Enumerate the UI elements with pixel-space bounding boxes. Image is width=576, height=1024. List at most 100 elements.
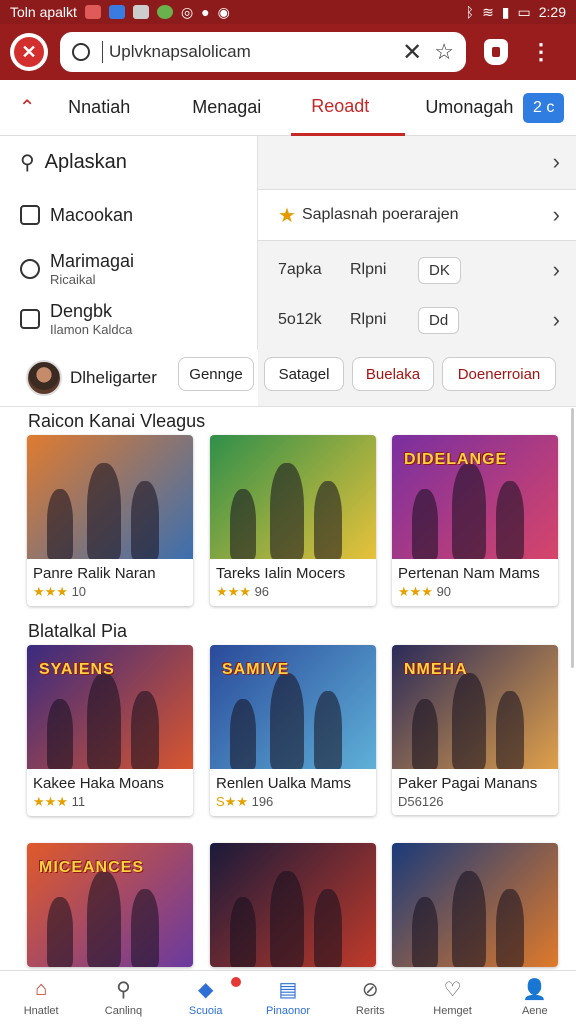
chevron-right-icon: › xyxy=(552,257,560,282)
avatar[interactable] xyxy=(26,360,62,396)
game-rating: S★★ 196 xyxy=(216,794,274,809)
row-pill[interactable]: Dd xyxy=(418,306,460,334)
game-rating: D56126 xyxy=(398,794,444,809)
bluetooth-icon: ᛒ xyxy=(465,4,475,20)
chat-icon: ◆ xyxy=(198,979,214,1001)
game-thumbnail[interactable]: SYAIENS xyxy=(27,645,193,769)
chip-satagel[interactable]: Satagel xyxy=(264,357,344,391)
menu-item-label: Aplaskan xyxy=(44,150,127,173)
folder-icon: ▤ xyxy=(278,979,298,1001)
scrollbar[interactable] xyxy=(571,408,574,668)
game-card[interactable]: Panre Ralik Naran ★★★ 10 xyxy=(27,435,193,606)
game-card[interactable]: MICEANCES xyxy=(27,843,193,967)
home-tab-icon[interactable]: ⌃ xyxy=(0,95,54,120)
character-figure xyxy=(47,489,73,559)
game-thumbnail[interactable]: NMEHA xyxy=(392,645,558,769)
promo-text: Saplasnah poerarajen xyxy=(301,206,459,223)
chip-gennge[interactable]: Gennge xyxy=(178,357,254,391)
game-logo-text: NMEHA xyxy=(404,661,468,678)
menu-item-dengbk[interactable]: Dengbk Ilamon Kaldca xyxy=(0,296,258,342)
character-figure xyxy=(87,871,121,967)
shield-icon[interactable] xyxy=(484,39,508,65)
game-thumbnail[interactable] xyxy=(210,435,376,559)
game-thumbnail[interactable]: SAMIVE xyxy=(210,645,376,769)
nav-profile[interactable]: 👤 Aene xyxy=(494,971,576,1024)
character-figure xyxy=(412,699,438,769)
tab-count-badge[interactable]: 2 c xyxy=(523,92,564,123)
nav-folder[interactable]: ▤ Pinaonor xyxy=(247,971,329,1024)
whatsapp-icon: ◎ xyxy=(180,3,194,20)
row-pill[interactable]: DK xyxy=(418,256,461,284)
character-figure xyxy=(47,897,73,967)
address-bar[interactable]: Uplvknapsalolicam ✕ ☆ xyxy=(60,32,466,72)
nav-label: Scuoia xyxy=(188,1004,223,1017)
url-text[interactable]: Uplvknapsalolicam xyxy=(109,42,390,62)
chip-doenerroian[interactable]: Doenerroian xyxy=(442,357,556,391)
row-value-2: Rlpni xyxy=(350,261,387,278)
bookmark-star-icon[interactable]: ☆ xyxy=(434,39,454,65)
notification-dot xyxy=(230,977,241,987)
site-info-icon[interactable] xyxy=(72,43,90,61)
rating-stars-icon: S★★ xyxy=(216,794,248,809)
game-card[interactable]: DIDELANGE Pertenan Nam Mams ★★★ 90 xyxy=(392,435,558,606)
character-figure xyxy=(496,691,524,769)
data-row[interactable]: 5o12k Rlpni Dd › xyxy=(258,296,576,344)
game-card[interactable]: NMEHA Paker Pagai Manans D56126 xyxy=(392,645,558,815)
checkbox-icon xyxy=(20,205,40,225)
promo-row[interactable]: ★ Saplasnah poerarajen › xyxy=(258,189,576,241)
tab-menagai[interactable]: Menagai xyxy=(160,80,291,136)
tab-nnatiah[interactable]: Nnatiah xyxy=(54,80,160,136)
pin-icon xyxy=(20,259,40,279)
more-menu-icon[interactable]: ⋮ xyxy=(530,41,552,63)
menu-item-sublabel: Ilamon Kaldca xyxy=(50,322,133,337)
expand-row[interactable]: › xyxy=(258,136,576,188)
menu-item-macookan[interactable]: Macookan xyxy=(0,192,258,238)
status-bar: Toln apalkt ◎ ● ◉ ᛒ ≋ ▮ ▭ 2:29 xyxy=(0,0,576,24)
clear-icon[interactable]: ✕ xyxy=(402,38,422,67)
game-card[interactable]: SYAIENS Kakee Haka Moans ★★★ 11 xyxy=(27,645,193,816)
chevron-right-icon: › xyxy=(552,149,560,174)
character-figure xyxy=(452,463,486,559)
status-text: Toln apalkt xyxy=(10,4,77,20)
game-card[interactable] xyxy=(210,843,376,967)
game-thumbnail[interactable]: MICEANCES xyxy=(27,843,193,967)
nav-heart[interactable]: ♡ Hemget xyxy=(411,971,493,1024)
character-figure xyxy=(412,897,438,967)
menu-item-aplaskan[interactable]: ⚲ Aplaskan xyxy=(0,136,258,188)
character-figure xyxy=(131,889,159,967)
app-logo-button[interactable]: ✕ xyxy=(10,33,48,71)
character-figure xyxy=(314,481,342,559)
game-card[interactable] xyxy=(392,843,558,967)
data-row[interactable]: 7apka Rlpni DK › xyxy=(258,246,576,294)
game-rating: ★★★ 96 xyxy=(216,584,270,599)
character-figure xyxy=(270,673,304,769)
clock: 2:29 xyxy=(538,4,566,20)
chevron-right-icon: › xyxy=(552,307,560,332)
home-icon: ⌂ xyxy=(35,978,48,1000)
user-name[interactable]: Dlheligarter xyxy=(70,368,157,388)
nav-compass[interactable]: ⊘ Rerits xyxy=(329,971,411,1024)
game-thumbnail[interactable] xyxy=(27,435,193,559)
game-title: Pertenan Nam Mams xyxy=(398,565,540,582)
nav-home[interactable]: ⌂ Hnatlet xyxy=(0,971,82,1024)
game-thumbnail[interactable] xyxy=(210,843,376,967)
search-icon: ⚲ xyxy=(116,979,131,1001)
game-thumbnail[interactable]: DIDELANGE xyxy=(392,435,558,559)
game-title: Paker Pagai Manans xyxy=(398,775,538,792)
nav-chat[interactable]: ◆ Scuoia xyxy=(165,971,247,1024)
nav-search[interactable]: ⚲ Canlinq xyxy=(82,971,164,1024)
rating-stars-icon: ★★★ xyxy=(33,584,68,599)
game-card[interactable]: SAMIVE Renlen Ualka Mams S★★ 196 xyxy=(210,645,376,816)
tab-umonagah[interactable]: Umonagah xyxy=(405,80,523,136)
menu-item-sublabel: Ricaikal xyxy=(50,272,96,287)
game-thumbnail[interactable] xyxy=(392,843,558,967)
rating-stars-icon: ★★★ xyxy=(398,584,433,599)
game-card[interactable]: Tareks Ialin Mocers ★★★ 96 xyxy=(210,435,376,606)
character-figure xyxy=(270,871,304,967)
character-figure xyxy=(314,691,342,769)
row-value-1: 5o12k xyxy=(278,311,322,328)
tab-reoadt[interactable]: Reoadt xyxy=(291,80,406,136)
menu-item-marimagai[interactable]: Marimagai Ricaikal xyxy=(0,246,258,292)
chip-buelaka[interactable]: Buelaka xyxy=(352,357,434,391)
browser-toolbar: ✕ Uplvknapsalolicam ✕ ☆ ⋮ xyxy=(0,24,576,80)
